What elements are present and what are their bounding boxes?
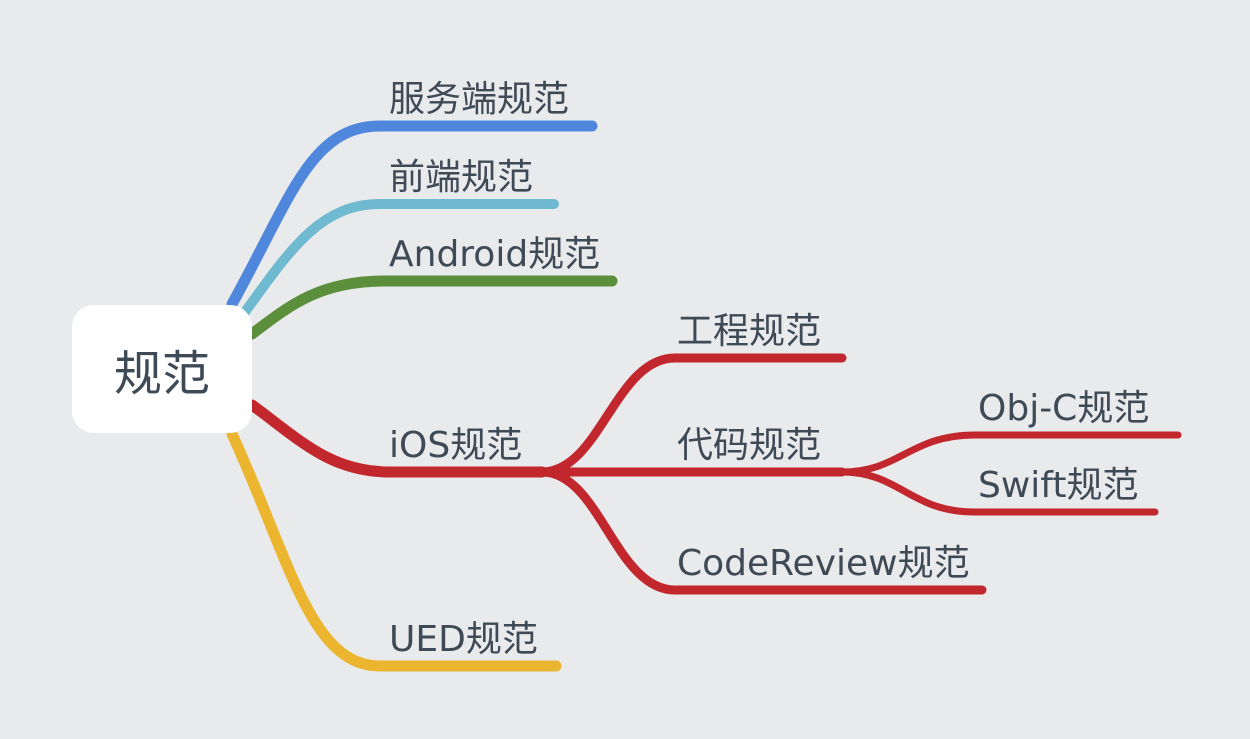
root-node[interactable]: 规范 xyxy=(72,305,252,433)
node-ios[interactable]: iOS规范 xyxy=(389,424,522,468)
root-node-label: 规范 xyxy=(113,346,210,402)
node-android[interactable]: Android规范 xyxy=(389,233,600,277)
node-server[interactable]: 服务端规范 xyxy=(389,78,569,122)
node-objc[interactable]: Obj-C规范 xyxy=(978,387,1149,431)
node-swift[interactable]: Swift规范 xyxy=(978,464,1138,508)
node-ued[interactable]: UED规范 xyxy=(389,618,538,662)
node-engineering[interactable]: 工程规范 xyxy=(677,310,821,354)
node-codereview[interactable]: CodeReview规范 xyxy=(677,542,970,586)
node-frontend[interactable]: 前端规范 xyxy=(389,156,533,200)
node-code[interactable]: 代码规范 xyxy=(677,424,821,468)
branch-line-android xyxy=(246,275,618,340)
